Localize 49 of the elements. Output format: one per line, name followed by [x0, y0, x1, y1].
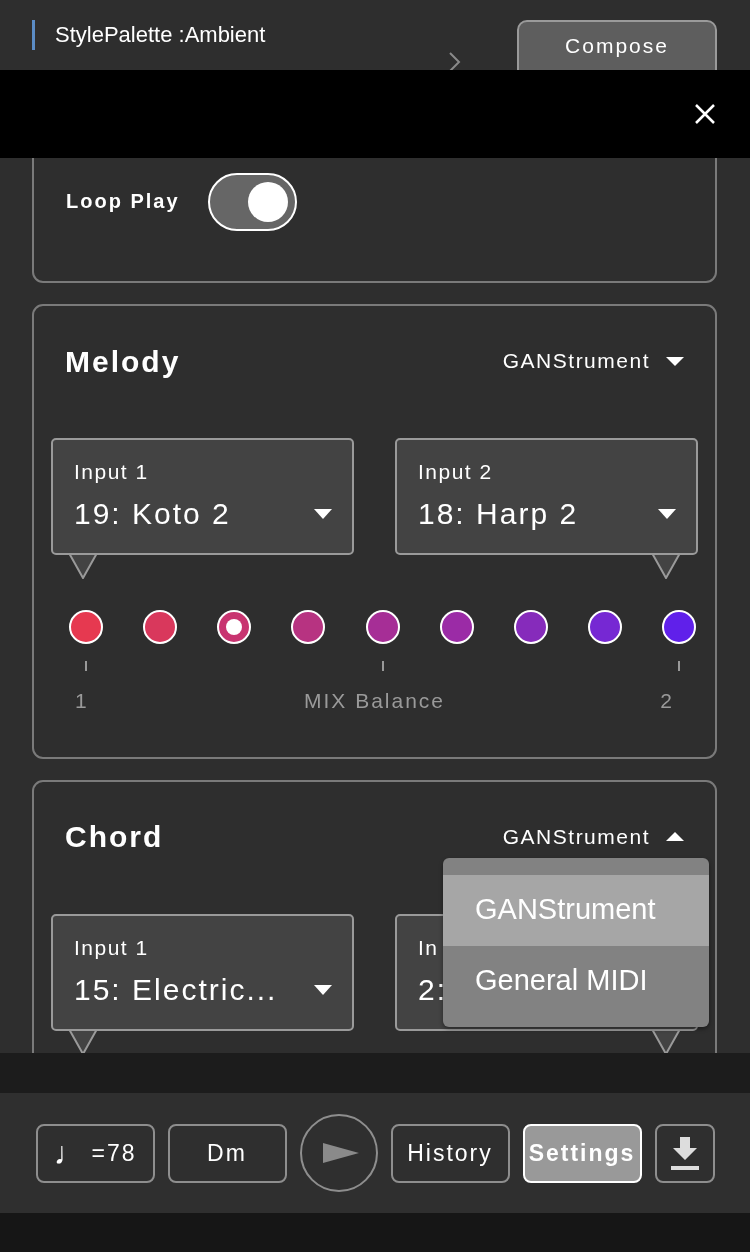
caret-icon [658, 509, 676, 519]
balance-dot[interactable] [143, 610, 178, 644]
instrument-select[interactable]: Input 1 19: Koto 2 [51, 438, 354, 555]
balance-dot[interactable] [217, 610, 252, 644]
style-label: StylePalette :Ambient [55, 21, 267, 49]
compose-button[interactable]: Compose [517, 20, 717, 70]
field-label: In [418, 934, 439, 961]
field-label: Input 1 [74, 934, 149, 961]
scale-label: 2 [660, 688, 674, 714]
callout-pointer [68, 553, 98, 579]
toolbar-button[interactable]: History [390, 1123, 510, 1183]
balance-dot[interactable] [662, 610, 696, 644]
instrument-select[interactable]: Input 2 18: Harp 2 [395, 438, 698, 555]
section-title: Chord [65, 819, 164, 855]
balance-dot[interactable] [587, 610, 622, 644]
balance-dot[interactable] [365, 610, 400, 644]
instrument-select[interactable]: Input 1 15: Electric... [51, 913, 354, 1031]
toolbar-button[interactable]: Dm [167, 1123, 287, 1183]
close-icon[interactable] [694, 103, 716, 125]
callout-pointer [651, 553, 681, 579]
field-value: 15: Electric... [74, 971, 278, 1008]
scale-label: 1 [75, 688, 89, 714]
balance-dot[interactable] [439, 610, 474, 644]
chevron-right-icon[interactable] [448, 51, 461, 70]
mix-balance-label: MIX Balance [303, 688, 446, 714]
note-icon: ♩ [53, 1129, 88, 1177]
loop-play-label: Loop Play [66, 191, 180, 214]
source-dropdown[interactable]: GANStrument [502, 820, 684, 853]
field-label: Input 1 [74, 459, 149, 485]
balance-dot[interactable] [69, 610, 103, 644]
caret-icon [314, 984, 332, 995]
caret-icon [314, 509, 332, 519]
field-label: Input 2 [418, 459, 493, 485]
field-value: 18: Harp 2 [418, 496, 579, 532]
caret-icon [666, 831, 684, 842]
source-dropdown[interactable]: GANStrument [502, 345, 684, 377]
tempo-value: =78 [91, 1138, 137, 1168]
caret-icon [666, 355, 684, 367]
tempo-button[interactable]: ♩=78 [35, 1123, 155, 1183]
play-icon [322, 1143, 359, 1163]
play-button[interactable] [299, 1114, 378, 1192]
callout-pointer [68, 1028, 98, 1053]
download-icon [670, 1136, 699, 1170]
balance-dot[interactable] [291, 610, 326, 644]
section-title: Melody [65, 343, 181, 380]
balance-dot[interactable] [513, 610, 548, 644]
loop-play-toggle[interactable] [207, 173, 297, 231]
download-button[interactable] [654, 1123, 715, 1183]
field-value: 19: Koto 2 [74, 496, 231, 532]
